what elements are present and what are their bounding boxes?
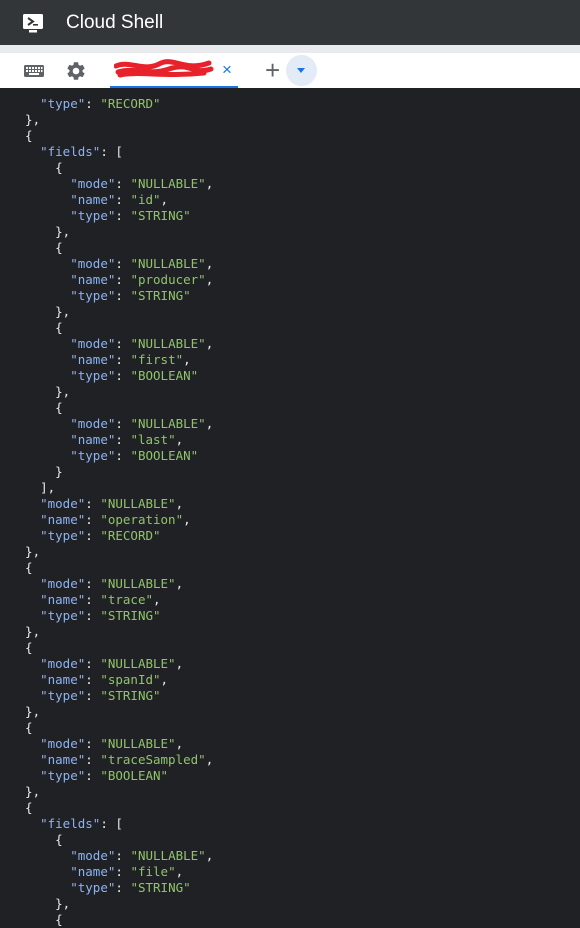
terminal-line: "name": "first",: [70, 352, 191, 367]
tab-menu-button[interactable]: [286, 55, 317, 86]
terminal-line: },: [10, 896, 71, 911]
terminal-line: "mode": "NULLABLE",: [70, 848, 214, 863]
terminal-line: "mode": "NULLABLE",: [40, 736, 184, 751]
terminal-line: {: [10, 160, 63, 175]
terminal-line: {: [10, 720, 33, 735]
keyboard-icon[interactable]: [23, 60, 45, 82]
terminal-line: "mode": "NULLABLE",: [40, 576, 184, 591]
terminal-line: "type": "STRING": [70, 208, 191, 223]
terminal-line: "fields": [: [40, 144, 123, 159]
terminal-line: "type": "RECORD": [40, 528, 161, 543]
terminal-line: },: [10, 544, 41, 559]
app-title: Cloud Shell: [66, 11, 164, 33]
terminal-line: },: [10, 224, 71, 239]
terminal-output[interactable]: "type": "RECORD" }, { "fields": [ { "mod…: [0, 88, 580, 928]
terminal-line: "type": "RECORD": [40, 96, 161, 111]
terminal-line: "mode": "NULLABLE",: [70, 176, 214, 191]
toolbar-separator: [0, 45, 580, 53]
terminal-toolbar: × +: [0, 53, 580, 89]
terminal-line: "name": "trace",: [40, 592, 161, 607]
terminal-line: {: [10, 240, 63, 255]
gear-icon[interactable]: [65, 60, 87, 82]
terminal-line: },: [10, 384, 71, 399]
terminal-line: {: [10, 912, 63, 927]
terminal-line: },: [10, 112, 41, 127]
cloud-shell-terminal-icon: [23, 13, 43, 32]
terminal-line: "name": "file",: [70, 864, 184, 879]
terminal-line: "name": "last",: [70, 432, 184, 447]
terminal-line: {: [10, 800, 33, 815]
terminal-line: "fields": [: [40, 816, 123, 831]
chevron-down-icon: [297, 68, 305, 73]
terminal-line: },: [10, 704, 41, 719]
terminal-line: "name": "spanId",: [40, 672, 169, 687]
terminal-line: },: [10, 624, 41, 639]
terminal-line: {: [10, 640, 33, 655]
terminal-tab[interactable]: ×: [110, 53, 238, 88]
terminal-line: "name": "producer",: [70, 272, 214, 287]
terminal-line: {: [10, 400, 63, 415]
terminal-line: "mode": "NULLABLE",: [40, 496, 184, 511]
terminal-line: },: [10, 304, 71, 319]
terminal-line: {: [10, 320, 63, 335]
terminal-line: "type": "STRING": [70, 288, 191, 303]
terminal-line: ],: [10, 480, 56, 495]
terminal-line: "type": "BOOLEAN": [70, 368, 199, 383]
add-tab-button[interactable]: +: [265, 55, 280, 85]
terminal-line: },: [10, 784, 41, 799]
terminal-line: "type": "STRING": [40, 688, 161, 703]
close-tab-icon[interactable]: ×: [222, 60, 232, 80]
terminal-line: {: [10, 832, 63, 847]
terminal-line: {: [10, 560, 33, 575]
terminal-line: "type": "STRING": [40, 608, 161, 623]
title-bar: Cloud Shell: [0, 0, 580, 45]
terminal-line: "name": "operation",: [40, 512, 191, 527]
terminal-line: "name": "traceSampled",: [40, 752, 214, 767]
terminal-line: "name": "id",: [70, 192, 169, 207]
terminal-line: "mode": "NULLABLE",: [70, 256, 214, 271]
redaction-scribble: [114, 59, 214, 78]
terminal-line: }: [10, 464, 63, 479]
terminal-line: "type": "STRING": [70, 880, 191, 895]
terminal-line: "type": "BOOLEAN": [70, 448, 199, 463]
terminal-line: "mode": "NULLABLE",: [70, 416, 214, 431]
terminal-line: {: [10, 128, 33, 143]
terminal-line: "type": "BOOLEAN": [40, 768, 169, 783]
terminal-line: "mode": "NULLABLE",: [70, 336, 214, 351]
terminal-line: "mode": "NULLABLE",: [40, 656, 184, 671]
